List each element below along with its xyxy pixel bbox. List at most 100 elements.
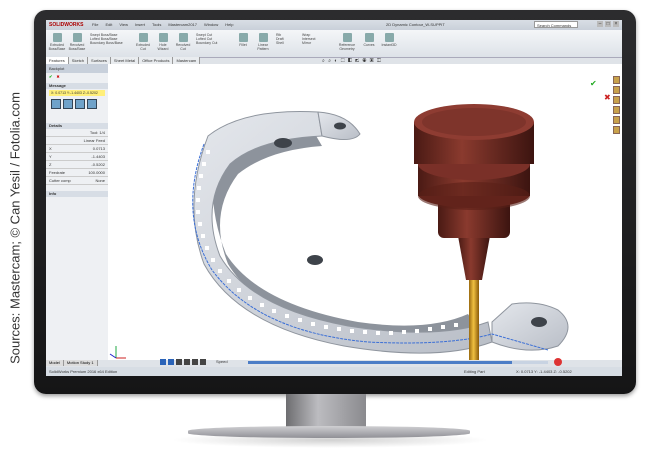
tab-model[interactable]: Model — [46, 360, 64, 366]
backplot-playbar: Speed — [108, 358, 622, 367]
detail-row: Tool: 1/4 — [46, 129, 108, 137]
file-explorer-icon[interactable] — [613, 96, 620, 104]
menu-edit[interactable]: Edit — [105, 22, 112, 27]
design-library-icon[interactable] — [613, 86, 620, 94]
menu-bar: File Edit View Insert Tools Mastercam201… — [92, 22, 233, 27]
revolve-icon — [72, 33, 82, 42]
command-manager-tabs: Features Sketch Surfaces Sheet Metal Off… — [46, 57, 346, 64]
menu-mastercam[interactable]: Mastercam2017 — [168, 22, 197, 27]
window-controls: – □ × — [597, 21, 619, 27]
revolved-cut-button[interactable]: Revolved Cut — [174, 33, 192, 51]
extrude-icon — [52, 33, 62, 42]
status-coordinates: X: 0.0713 Y: -1.4403 Z: -0.5202 — [516, 369, 572, 374]
close-icon[interactable]: × — [613, 21, 619, 27]
hole-icon — [158, 33, 168, 42]
menu-tools[interactable]: Tools — [152, 22, 161, 27]
resources-icon[interactable] — [613, 76, 620, 84]
status-product: SolidWorks Premium 2016 x64 Edition — [49, 369, 118, 374]
photo-credit: Sources: Mastercam; © Can Yesil / Fotoli… — [7, 92, 23, 364]
search-input[interactable]: Search Commands — [534, 21, 578, 28]
linear-pattern-button[interactable]: Linear Pattern — [254, 33, 272, 51]
holder-display-icon[interactable] — [87, 99, 97, 109]
app-logo: SOLIDWORKS — [49, 22, 84, 28]
monitor-screen: SOLIDWORKS File Edit View Insert Tools M… — [46, 20, 622, 376]
svg-text:✔: ✔ — [590, 79, 597, 88]
graphics-viewport[interactable]: ✔ ✖ — [108, 64, 622, 360]
menu-view[interactable]: View — [119, 22, 128, 27]
hole-wizard-button[interactable]: Hole Wizard — [154, 33, 172, 51]
tab-sheet-metal[interactable]: Sheet Metal — [110, 57, 140, 64]
model-view: ✔ ✖ — [109, 79, 611, 360]
command-ribbon: Extruded Boss/Base Revolved Boss/Base Sw… — [46, 30, 622, 58]
tab-office-products[interactable]: Office Products — [139, 57, 174, 64]
svg-text:✖: ✖ — [604, 93, 611, 102]
tab-surfaces[interactable]: Surfaces — [88, 57, 111, 64]
extruded-boss-button[interactable]: Extruded Boss/Base — [48, 33, 66, 51]
step-back-icon[interactable] — [184, 359, 190, 365]
status-mode: Editing Part — [464, 369, 485, 374]
detail-row: X 0.0713 — [46, 145, 108, 153]
message-text: X: 0.0713 Y:-1.4403 Z:-0.5202 — [49, 90, 105, 96]
menu-window[interactable]: Window — [204, 22, 218, 27]
monitor-stand-base — [188, 426, 470, 438]
speed-label: Speed — [216, 359, 228, 364]
minimize-icon[interactable]: – — [597, 21, 603, 27]
menu-help[interactable]: Help — [225, 22, 233, 27]
monitor-stand-neck — [286, 394, 366, 430]
info-section-header[interactable]: Info — [46, 191, 108, 197]
instant3d-icon — [384, 33, 394, 42]
detail-row: Y -1.4403 — [46, 153, 108, 161]
tab-mastercam[interactable]: Mastercam — [173, 57, 201, 64]
window-title: 2D Dynamic Contour_W-SUPPIT — [386, 22, 445, 27]
curves-button[interactable]: Curves — [360, 33, 378, 51]
custom-properties-icon[interactable] — [613, 126, 620, 134]
pm-title: Backplot — [46, 64, 108, 73]
maximize-icon[interactable]: □ — [605, 21, 611, 27]
detail-row: Z -0.5202 — [46, 161, 108, 169]
tab-motion-study[interactable]: Motion Study 1 — [63, 360, 98, 366]
appearances-icon[interactable] — [613, 116, 620, 124]
playback-slider[interactable] — [248, 361, 548, 364]
instant3d-button[interactable]: Instant3D — [380, 33, 398, 51]
swept-boss-button[interactable]: Swept Boss/Base Lofted Boss/Base Boundary … — [90, 33, 130, 51]
swept-cut-button[interactable]: Swept Cut Lofted Cut Boundary Cut — [196, 33, 230, 51]
backplot-controls — [51, 99, 103, 109]
revolved-boss-button[interactable]: Revolved Boss/Base — [68, 33, 86, 51]
wrap-intersect-mirror-group[interactable]: Wrap Intersect Mirror — [302, 33, 332, 51]
triad-axis-icon — [109, 346, 126, 359]
playback-progress — [248, 361, 512, 364]
step-forward-icon[interactable] — [192, 359, 198, 365]
toolpath-display-icon[interactable] — [63, 99, 73, 109]
playback-option-icon[interactable] — [51, 99, 61, 109]
message-section-header[interactable]: Message — [46, 83, 108, 89]
cancel-icon[interactable]: ✖ — [56, 74, 59, 79]
rib-draft-shell-group[interactable]: Rib Draft Shell — [276, 33, 300, 51]
confirmation-corner[interactable]: ✔ ✖ — [590, 79, 611, 102]
detail-row: Cutter comp None — [46, 177, 108, 185]
rewind-icon[interactable] — [176, 359, 182, 365]
tab-sketch[interactable]: Sketch — [68, 57, 89, 64]
title-bar: SOLIDWORKS File Edit View Insert Tools M… — [46, 20, 622, 30]
status-bar: SolidWorks Premium 2016 x64 Edition Edit… — [46, 367, 622, 376]
ok-icon[interactable]: ✔ — [49, 74, 52, 79]
reference-geometry-button[interactable]: Reference Geometry — [336, 33, 358, 51]
stop-playback-icon[interactable] — [554, 358, 562, 366]
reference-geometry-icon — [342, 33, 352, 42]
task-pane-tabs — [613, 76, 620, 134]
menu-insert[interactable]: Insert — [135, 22, 145, 27]
detail-row: Feedrate 100.0000 — [46, 169, 108, 177]
menu-file[interactable]: File — [92, 22, 98, 27]
extruded-cut-button[interactable]: Extruded Cut — [134, 33, 152, 51]
tab-features[interactable]: Features — [46, 57, 69, 64]
pattern-icon — [258, 33, 268, 42]
pm-ok-cancel: ✔ ✖ — [46, 73, 108, 81]
stop-icon[interactable] — [168, 359, 174, 365]
play-icon[interactable] — [160, 359, 166, 365]
view-palette-icon[interactable] — [613, 106, 620, 114]
bottom-tabs: Model Motion Study 1 — [46, 360, 98, 366]
tool-display-icon[interactable] — [75, 99, 85, 109]
fast-forward-icon[interactable] — [200, 359, 206, 365]
fillet-icon — [238, 33, 248, 42]
revolve-cut-icon — [178, 33, 188, 42]
fillet-button[interactable]: Fillet — [234, 33, 252, 51]
